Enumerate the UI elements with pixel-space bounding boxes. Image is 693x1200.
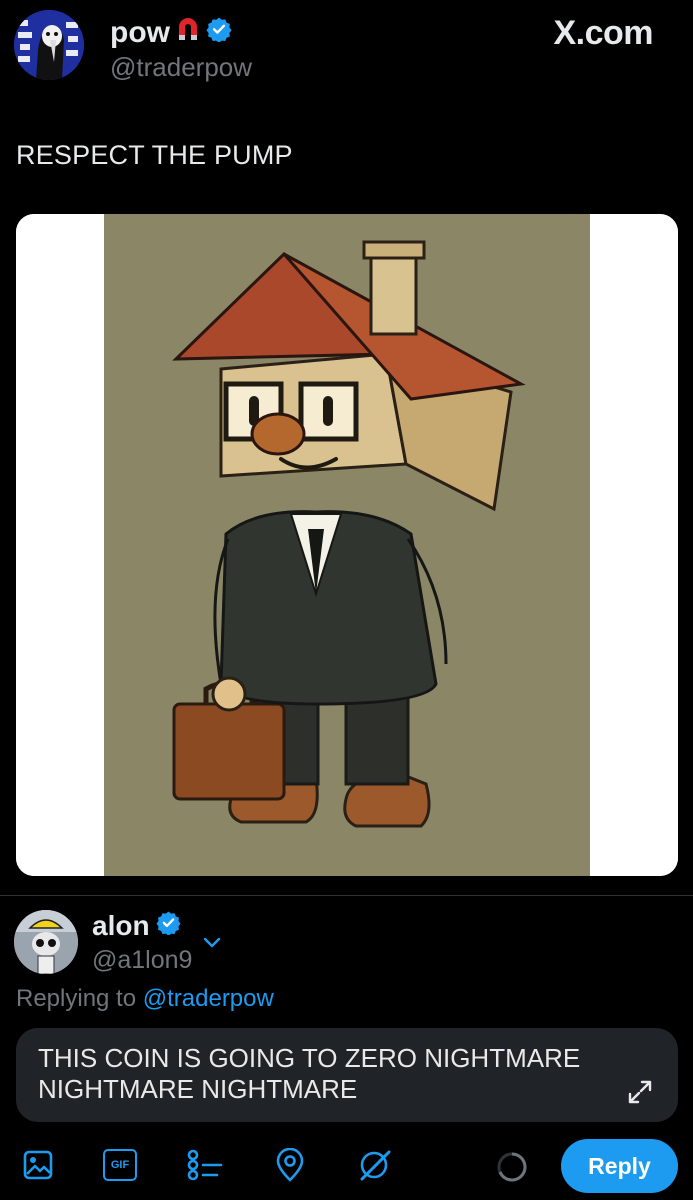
- poll-icon[interactable]: [187, 1147, 223, 1183]
- tweet-image[interactable]: [16, 214, 678, 876]
- tweet-text: RESPECT THE PUMP: [16, 140, 293, 170]
- author-name-row[interactable]: pow: [110, 16, 232, 50]
- author-avatar[interactable]: [14, 10, 84, 80]
- image-icon[interactable]: [20, 1147, 56, 1183]
- gif-icon[interactable]: GIF: [102, 1147, 138, 1183]
- location-icon[interactable]: [272, 1147, 308, 1183]
- reply-button[interactable]: Reply: [561, 1139, 678, 1193]
- site-watermark: X.com: [553, 14, 653, 52]
- replying-to-link[interactable]: @traderpow: [143, 985, 274, 1012]
- character-count-ring: [496, 1151, 528, 1188]
- replying-to-line: Replying to @traderpow: [16, 985, 274, 1013]
- replying-prefix: Replying to: [16, 985, 137, 1012]
- divider: [0, 895, 693, 896]
- verified-badge-icon: [155, 910, 181, 942]
- reply-author-name[interactable]: alon: [92, 910, 150, 942]
- author-name[interactable]: pow: [110, 16, 170, 50]
- reply-text-input[interactable]: THIS COIN IS GOING TO ZERO NIGHTMARE NIG…: [38, 1043, 598, 1105]
- reply-author-name-row[interactable]: alon: [92, 910, 181, 942]
- magnet-emoji-icon: [176, 16, 200, 50]
- author-handle[interactable]: @traderpow: [110, 52, 252, 83]
- chevron-down-icon[interactable]: [200, 930, 224, 959]
- grok-icon[interactable]: [357, 1147, 393, 1183]
- reply-avatar[interactable]: [14, 910, 78, 974]
- verified-badge-icon: [206, 16, 232, 50]
- expand-icon[interactable]: [626, 1078, 654, 1111]
- reply-author-handle[interactable]: @a1lon9: [92, 946, 192, 975]
- gif-label: GIF: [110, 1159, 130, 1171]
